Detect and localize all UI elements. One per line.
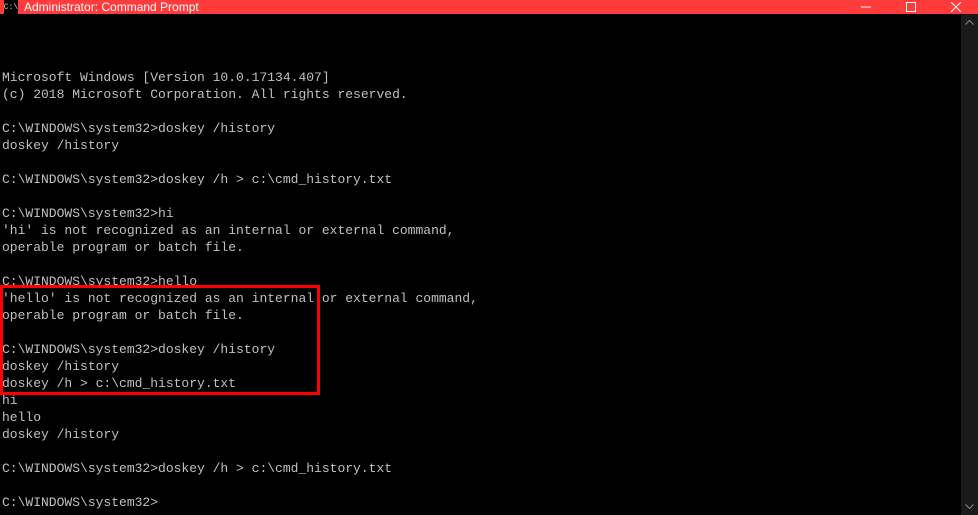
terminal-line xyxy=(2,324,961,341)
terminal-line: doskey /history xyxy=(2,426,961,443)
terminal-line: C:\WINDOWS\system32>doskey /h > c:\cmd_h… xyxy=(2,460,961,477)
terminal-line: doskey /h > c:\cmd_history.txt xyxy=(2,375,961,392)
terminal-line: doskey /history xyxy=(2,358,961,375)
terminal-line xyxy=(2,256,961,273)
terminal-line xyxy=(2,443,961,460)
minimize-button[interactable] xyxy=(843,0,888,14)
chevron-up-icon xyxy=(965,20,974,25)
terminal-line: hello xyxy=(2,409,961,426)
chevron-down-icon xyxy=(965,504,974,509)
command-prompt-window: C:\ Administrator: Command Prompt Micros… xyxy=(0,0,978,512)
terminal-line: operable program or batch file. xyxy=(2,239,961,256)
close-button[interactable] xyxy=(933,0,978,14)
terminal-line xyxy=(2,188,961,205)
vertical-scrollbar[interactable] xyxy=(961,14,978,515)
terminal-line xyxy=(2,477,961,494)
terminal-line: (c) 2018 Microsoft Corporation. All righ… xyxy=(2,86,961,103)
window-controls xyxy=(843,0,978,14)
maximize-button[interactable] xyxy=(888,0,933,14)
terminal-area: Microsoft Windows [Version 10.0.17134.40… xyxy=(0,14,978,515)
terminal-line: C:\WINDOWS\system32>hello xyxy=(2,273,961,290)
terminal-line: C:\WINDOWS\system32>doskey /history xyxy=(2,120,961,137)
scroll-down-arrow[interactable] xyxy=(961,498,978,515)
terminal-line: 'hi' is not recognized as an internal or… xyxy=(2,222,961,239)
terminal-line: C:\WINDOWS\system32>doskey /h > c:\cmd_h… xyxy=(2,171,961,188)
window-title: Administrator: Command Prompt xyxy=(24,0,843,14)
terminal-line: C:\WINDOWS\system32> xyxy=(2,494,961,511)
terminal-line: C:\WINDOWS\system32>doskey /history xyxy=(2,341,961,358)
scroll-up-arrow[interactable] xyxy=(961,14,978,31)
terminal-line: operable program or batch file. xyxy=(2,307,961,324)
terminal-line xyxy=(2,154,961,171)
maximize-icon xyxy=(906,2,916,12)
close-icon xyxy=(951,2,961,12)
terminal-line: 'hello' is not recognized as an internal… xyxy=(2,290,961,307)
terminal-line: C:\WINDOWS\system32>hi xyxy=(2,205,961,222)
terminal-line xyxy=(2,103,961,120)
terminal-content[interactable]: Microsoft Windows [Version 10.0.17134.40… xyxy=(0,14,961,515)
titlebar[interactable]: C:\ Administrator: Command Prompt xyxy=(0,0,978,14)
terminal-line: Microsoft Windows [Version 10.0.17134.40… xyxy=(2,69,961,86)
terminal-line: doskey /history xyxy=(2,137,961,154)
minimize-icon xyxy=(861,2,871,12)
terminal-line: hi xyxy=(2,392,961,409)
cmd-icon: C:\ xyxy=(4,0,18,14)
